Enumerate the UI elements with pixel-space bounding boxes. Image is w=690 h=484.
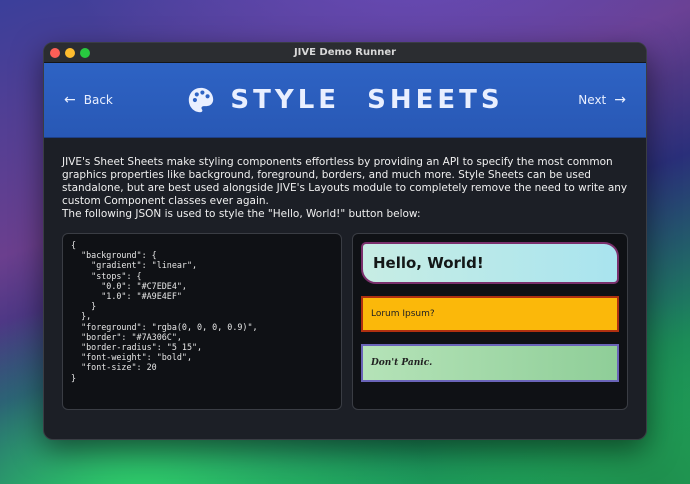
back-label: Back: [83, 93, 113, 107]
hello-world-button[interactable]: Hello, World!: [360, 242, 619, 284]
description-intro: The following JSON is used to style the …: [62, 208, 421, 220]
main-content: JIVE's Sheet Sheets make styling compone…: [44, 138, 646, 410]
palette-icon: [189, 87, 214, 113]
next-label: Next: [578, 93, 607, 107]
page-title: STYLE SHEETS: [230, 85, 504, 115]
preview-panel: Hello, World! Lorum Ipsum? Don't Panic.: [351, 233, 628, 410]
window-title: JIVE Demo Runner: [293, 47, 397, 58]
window-controls: [50, 48, 90, 58]
page-hero: STYLE SHEETS: [186, 85, 503, 115]
app-window: JIVE Demo Runner ← Back STYLE SHEETS Nex…: [43, 42, 647, 440]
next-button[interactable]: Next →: [578, 93, 626, 107]
page-header: ← Back STYLE SHEETS Next →: [44, 63, 646, 138]
zoom-window-button[interactable]: [80, 48, 90, 58]
json-code-panel: { "background": { "gradient": "linear", …: [62, 233, 342, 410]
minimize-window-button[interactable]: [65, 48, 75, 58]
description-paragraph: JIVE's Sheet Sheets make styling compone…: [62, 156, 628, 207]
description: JIVE's Sheet Sheets make styling compone…: [62, 156, 628, 221]
dont-panic-button[interactable]: Don't Panic.: [360, 344, 619, 382]
lorem-ipsum-button[interactable]: Lorum Ipsum?: [360, 296, 619, 332]
arrow-left-icon: ←: [64, 92, 76, 108]
demo-panels: { "background": { "gradient": "linear", …: [62, 233, 628, 410]
back-button[interactable]: ← Back: [64, 93, 113, 107]
close-window-button[interactable]: [50, 48, 60, 58]
title-bar: JIVE Demo Runner: [44, 43, 646, 63]
arrow-right-icon: →: [614, 92, 626, 108]
json-code: { "background": { "gradient": "linear", …: [71, 240, 258, 383]
